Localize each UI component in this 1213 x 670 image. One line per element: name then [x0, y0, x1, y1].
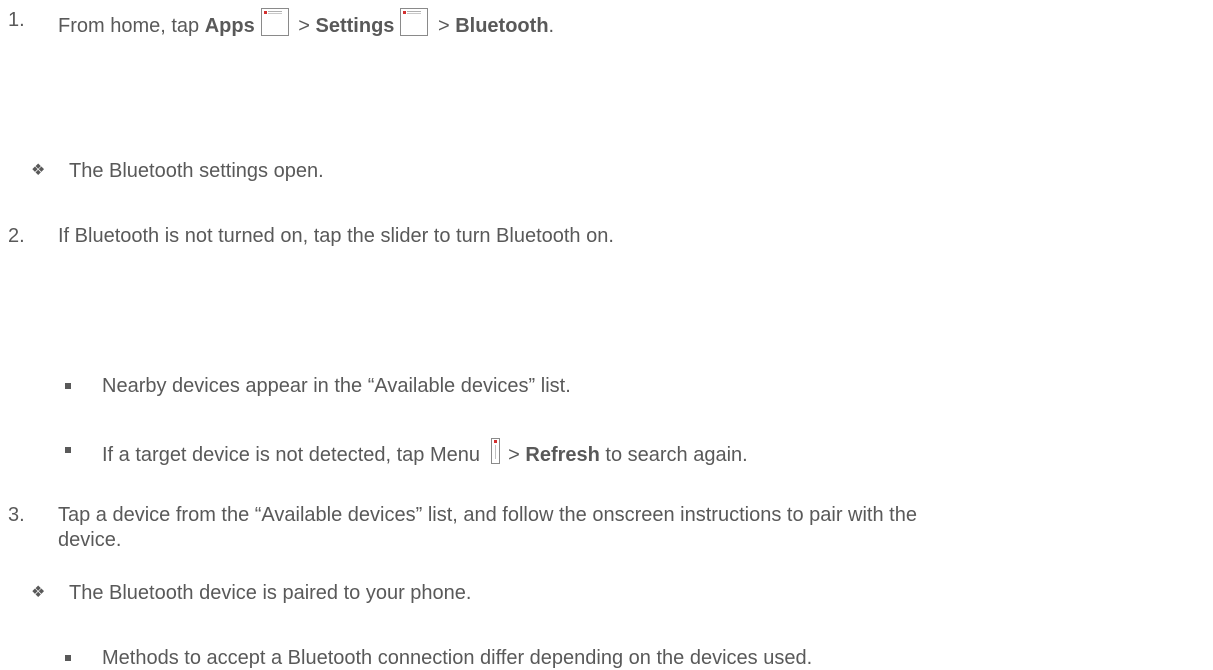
bullet-text: If a target device is not detected, tap …: [102, 438, 748, 467]
square-bullet-icon: [65, 655, 71, 661]
bullet-text-pre: If a target device is not detected, tap …: [102, 444, 486, 466]
diamond-bullet-icon: ❖: [31, 584, 46, 601]
bluetooth-label: Bluetooth: [455, 15, 549, 37]
refresh-label: Refresh: [525, 444, 600, 466]
square-bullet-icon: [65, 447, 71, 453]
step-text-pre: From home, tap: [58, 15, 205, 37]
separator: >: [502, 444, 526, 466]
separator: >: [432, 15, 456, 37]
diamond-bullet-icon: ❖: [31, 162, 46, 179]
settings-icon: [400, 8, 429, 36]
step-number: 2.: [8, 225, 25, 247]
step-text: If Bluetooth is not turned on, tap the s…: [58, 225, 614, 247]
bullet-text: Methods to accept a Bluetooth connection…: [102, 647, 813, 669]
step-text-end: .: [548, 15, 555, 37]
step-number: 1.: [8, 9, 25, 31]
result-text: The Bluetooth settings open.: [69, 160, 324, 182]
square-bullet-icon: [65, 383, 71, 389]
result-text: The Bluetooth device is paired to your p…: [69, 582, 472, 604]
menu-icon: [490, 438, 500, 464]
settings-label: Settings: [315, 15, 395, 37]
bullet-text: Nearby devices appear in the “Available …: [102, 375, 571, 397]
step-text-line-1: Tap a device from the “Available devices…: [58, 504, 917, 526]
apps-icon: [260, 8, 289, 36]
apps-label: Apps: [204, 15, 255, 37]
step-number: 3.: [8, 504, 25, 526]
step-text-line-2: device.: [58, 529, 122, 551]
separator: >: [292, 15, 316, 37]
step-text: From home, tap Apps > Settings > Bluetoo…: [58, 8, 554, 38]
bullet-text-post: to search again.: [599, 444, 748, 466]
